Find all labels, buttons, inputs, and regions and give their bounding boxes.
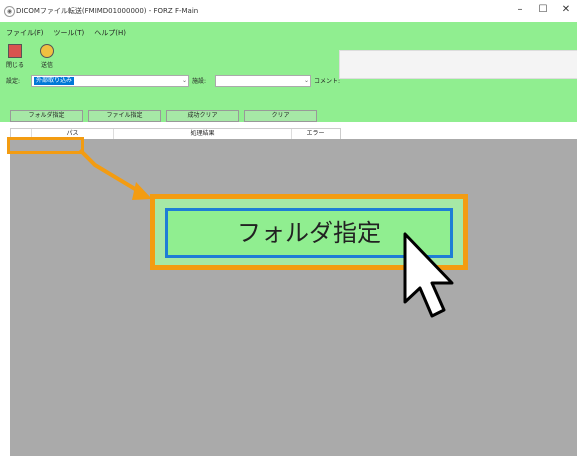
mouse-cursor-icon — [403, 232, 454, 318]
